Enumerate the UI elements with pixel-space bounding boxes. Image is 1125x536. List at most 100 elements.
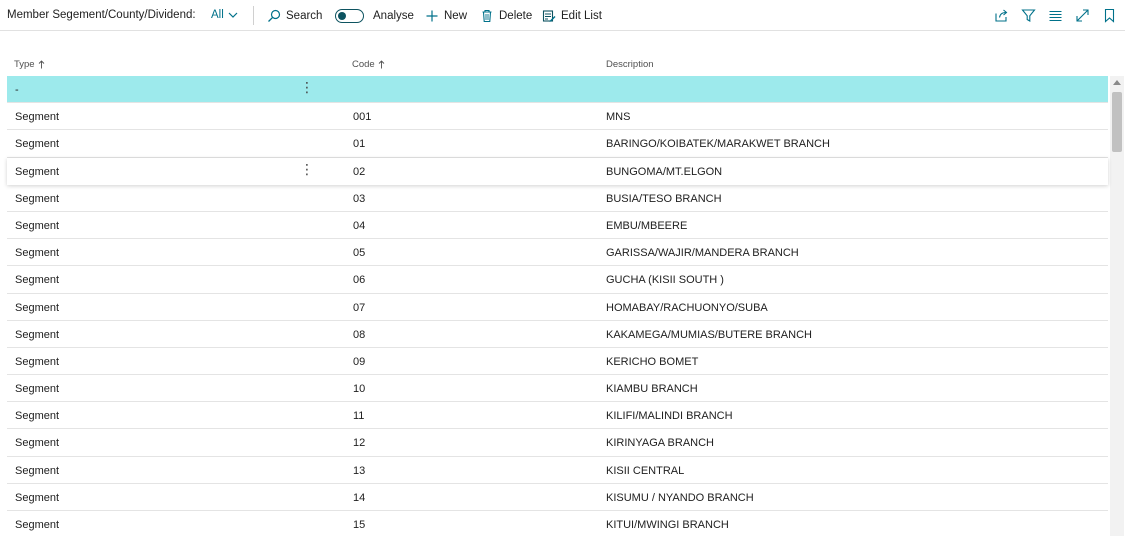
table-row[interactable]: Segment 001 MNS [7, 103, 1108, 131]
cell-description[interactable]: EMBU/MBEERE [606, 220, 687, 232]
cell-code[interactable]: 15 [353, 519, 365, 531]
table-row[interactable]: Segment 09 KERICHO BOMET [7, 348, 1108, 376]
cell-description[interactable]: GUCHA (KISII SOUTH ) [606, 274, 724, 286]
table-row[interactable]: Segment 14 KISUMU / NYANDO BRANCH [7, 484, 1108, 511]
cell-type[interactable]: Segment [15, 302, 59, 314]
scroll-thumb[interactable] [1112, 92, 1122, 152]
cell-code[interactable]: 02 [353, 166, 365, 178]
new-label: New [444, 10, 468, 22]
analyse-label: Analyse [373, 10, 414, 22]
table-row[interactable]: Segment 01 BARINGO/KOIBATEK/MARAKWET BRANC… [7, 130, 1108, 158]
view-selector[interactable]: All [211, 9, 238, 21]
table-row[interactable]: Segment 05 GARISSA/WAJIR/MANDERA BRANCH [7, 239, 1108, 267]
cell-description[interactable]: HOMABAY/RACHUONYO/SUBA [606, 302, 768, 314]
action-bar: Member Segement/County/Dividend: All Sea… [0, 0, 1125, 31]
row-menu-icon[interactable]: ⋮ [300, 80, 314, 94]
cell-description[interactable]: BUNGOMA/MT.ELGON [606, 166, 722, 178]
cell-type[interactable]: Segment [15, 383, 59, 395]
cell-type[interactable]: Segment [15, 220, 59, 232]
cell-code[interactable]: 11 [353, 410, 364, 422]
cell-code[interactable]: 14 [353, 492, 365, 504]
grid-header: Type Code Description [7, 54, 1108, 76]
cell-type[interactable]: Segment [15, 247, 59, 259]
cell-type[interactable]: Segment [15, 519, 59, 531]
column-header-type[interactable]: Type [14, 59, 45, 70]
filter-icon[interactable] [1020, 7, 1036, 23]
cell-code[interactable]: 05 [353, 247, 365, 259]
cell-description[interactable]: KAKAMEGA/MUMIAS/BUTERE BRANCH [606, 329, 812, 341]
cell-description[interactable]: BUSIA/TESO BRANCH [606, 193, 722, 205]
divider [253, 6, 254, 25]
sort-ascending-icon [378, 60, 385, 69]
column-header-label: Type [14, 59, 35, 70]
column-header-description[interactable]: Description [606, 59, 654, 70]
analyse-toggle[interactable]: Analyse [335, 9, 414, 23]
cell-description[interactable]: BARINGO/KOIBATEK/MARAKWET BRANCH [606, 138, 830, 150]
share-icon[interactable] [993, 7, 1009, 23]
cell-description[interactable]: KILIFI/MALINDI BRANCH [606, 410, 733, 422]
cell-code[interactable]: 06 [353, 274, 365, 286]
cell-type[interactable]: Segment [15, 410, 59, 422]
cell-type[interactable]: Segment [15, 274, 59, 286]
cell-description[interactable]: GARISSA/WAJIR/MANDERA BRANCH [606, 247, 799, 259]
cell-type[interactable]: Segment [15, 138, 59, 150]
cell-description[interactable]: MNS [606, 111, 630, 123]
cell-code[interactable]: 09 [353, 356, 365, 368]
table-row[interactable]: Segment 02 BUNGOMA/MT.ELGON ⋮ [7, 157, 1108, 185]
cell-type[interactable]: Segment [15, 329, 59, 341]
chevron-down-icon [228, 12, 238, 18]
cell-type[interactable]: Segment [15, 465, 59, 477]
vertical-scrollbar[interactable] [1110, 76, 1124, 536]
cell-description[interactable]: KISUMU / NYANDO BRANCH [606, 492, 754, 504]
cell-type[interactable]: - [15, 84, 19, 96]
cell-code[interactable]: 03 [353, 193, 365, 205]
table-row[interactable]: Segment 12 KIRINYAGA BRANCH [7, 429, 1108, 457]
table-row[interactable]: Segment 11 KILIFI/MALINDI BRANCH [7, 402, 1108, 430]
table-row[interactable]: - ⋮ [7, 76, 1108, 104]
table-row[interactable]: Segment 07 HOMABAY/RACHUONYO/SUBA [7, 294, 1108, 321]
edit-list-button[interactable]: Edit List [542, 9, 602, 23]
plus-icon [426, 10, 438, 22]
search-button[interactable]: Search [267, 9, 322, 23]
list-view-icon[interactable] [1047, 7, 1063, 23]
cell-code[interactable]: 08 [353, 329, 365, 341]
scroll-up-arrow-icon[interactable] [1113, 80, 1121, 85]
cell-description[interactable]: KERICHO BOMET [606, 356, 698, 368]
search-label: Search [286, 10, 323, 22]
table-row[interactable]: Segment 03 BUSIA/TESO BRANCH [7, 185, 1108, 212]
cell-code[interactable]: 10 [353, 383, 365, 395]
cell-code[interactable]: 07 [353, 302, 365, 314]
cell-description[interactable]: KIRINYAGA BRANCH [606, 437, 714, 449]
cell-type[interactable]: Segment [15, 356, 59, 368]
delete-button[interactable]: Delete [480, 9, 532, 23]
toggle-switch-icon [335, 9, 364, 23]
cell-type[interactable]: Segment [15, 492, 59, 504]
table-row[interactable]: Segment 10 KIAMBU BRANCH [7, 375, 1108, 403]
table-row[interactable]: Segment 04 EMBU/MBEERE [7, 212, 1108, 240]
cell-description[interactable]: KITUI/MWINGI BRANCH [606, 519, 729, 531]
sort-ascending-icon [38, 60, 44, 69]
edit-list-label: Edit List [561, 10, 602, 22]
cell-code[interactable]: 12 [353, 437, 365, 449]
expand-icon[interactable] [1074, 7, 1090, 23]
cell-type[interactable]: Segment [15, 193, 59, 205]
row-menu-icon[interactable]: ⋮ [300, 162, 314, 176]
cell-type[interactable]: Segment [15, 111, 59, 123]
column-header-label: Code [352, 59, 375, 70]
view-selector-label: All [211, 9, 224, 21]
column-header-code[interactable]: Code [352, 59, 385, 70]
cell-code[interactable]: 13 [353, 465, 365, 477]
table-row[interactable]: Segment 06 GUCHA (KISII SOUTH ) [7, 266, 1108, 294]
table-row[interactable]: Segment 15 KITUI/MWINGI BRANCH [7, 511, 1108, 536]
cell-code[interactable]: 001 [353, 111, 371, 123]
cell-type[interactable]: Segment [15, 437, 59, 449]
cell-code[interactable]: 04 [353, 220, 365, 232]
table-row[interactable]: Segment 13 KISII CENTRAL [7, 457, 1108, 484]
cell-code[interactable]: 01 [353, 138, 365, 150]
cell-description[interactable]: KISII CENTRAL [606, 465, 684, 477]
cell-type[interactable]: Segment [15, 166, 59, 178]
table-row[interactable]: Segment 08 KAKAMEGA/MUMIAS/BUTERE BRANCH [7, 321, 1108, 348]
bookmark-icon[interactable] [1101, 7, 1117, 23]
cell-description[interactable]: KIAMBU BRANCH [606, 383, 698, 395]
new-button[interactable]: New [425, 9, 467, 23]
